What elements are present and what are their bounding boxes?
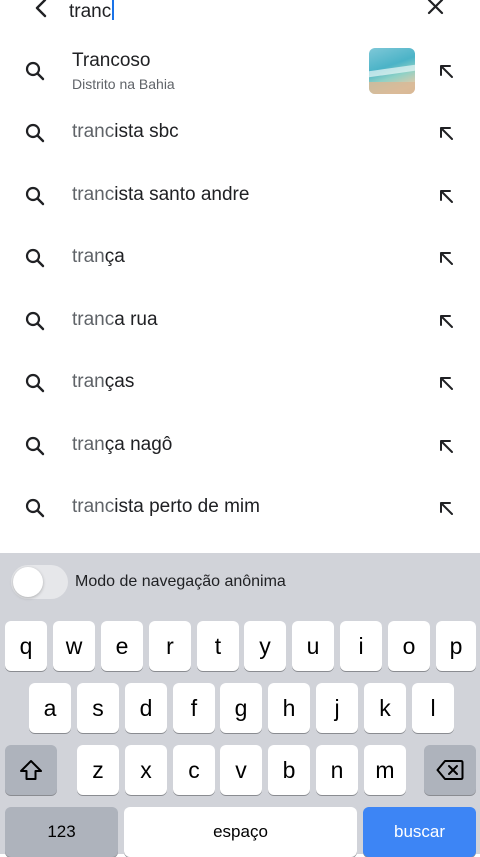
suggestion-label: trança nagô [72,434,173,455]
suggestion-item[interactable]: trança [0,227,480,289]
suggestion-item[interactable]: trancista sbc [0,102,480,164]
fill-query-arrow-icon[interactable] [434,184,458,208]
key-i[interactable]: i [340,621,382,671]
search-icon [25,311,45,331]
suggestion-label: trancista sbc [72,121,179,142]
key-a[interactable]: a [29,683,71,733]
key-z[interactable]: z [77,745,119,795]
back-arrow-icon[interactable] [30,0,54,22]
suggestion-subtitle: Distrito na Bahia [72,76,175,92]
toggle-knob [13,567,43,597]
incognito-label: Modo de navegação anônima [75,573,286,590]
suggestion-label: trancista santo andre [72,184,250,205]
suggestion-item[interactable]: trancista santo andre [0,165,480,227]
keyboard: Modo de navegação anônima q w e r t y u … [0,553,480,857]
key-n[interactable]: n [316,745,358,795]
key-t[interactable]: t [197,621,239,671]
search-query-text: tranc [69,1,112,22]
search-icon [25,61,45,81]
key-d[interactable]: d [125,683,167,733]
text-cursor [112,0,115,20]
search-bar: tranc [0,0,480,24]
shift-key[interactable] [5,745,57,795]
key-b[interactable]: b [268,745,310,795]
fill-query-arrow-icon[interactable] [434,121,458,145]
key-q[interactable]: q [5,621,47,671]
key-o[interactable]: o [388,621,430,671]
suggestion-label: trança [72,246,125,267]
shift-icon [20,760,42,780]
key-w[interactable]: w [53,621,95,671]
numbers-key[interactable]: 123 [5,807,118,857]
key-v[interactable]: v [220,745,262,795]
incognito-bar: Modo de navegação anônima [0,553,480,611]
search-icon [25,498,45,518]
suggestion-thumbnail [369,48,415,94]
key-f[interactable]: f [173,683,215,733]
suggestion-item[interactable]: tranças [0,352,480,414]
clear-icon[interactable] [423,0,449,22]
key-p[interactable]: p [436,621,476,671]
key-j[interactable]: j [316,683,358,733]
suggestion-item[interactable]: Trancoso Distrito na Bahia [0,40,480,102]
key-y[interactable]: y [244,621,286,671]
search-icon [25,186,45,206]
search-input[interactable]: tranc [69,0,115,23]
key-e[interactable]: e [101,621,143,671]
suggestion-item[interactable]: trancista perto de mim [0,477,480,539]
fill-query-arrow-icon[interactable] [434,309,458,333]
incognito-toggle[interactable] [11,565,68,599]
key-c[interactable]: c [173,745,215,795]
fill-query-arrow-icon[interactable] [434,59,458,83]
search-icon [25,248,45,268]
backspace-icon [436,760,464,780]
key-l[interactable]: l [412,683,454,733]
search-icon [25,123,45,143]
fill-query-arrow-icon[interactable] [434,246,458,270]
key-u[interactable]: u [292,621,334,671]
suggestion-item[interactable]: trança nagô [0,415,480,477]
space-key[interactable]: espaço [124,807,357,857]
suggestion-label: trancista perto de mim [72,496,260,517]
backspace-key[interactable] [424,745,476,795]
key-h[interactable]: h [268,683,310,733]
key-s[interactable]: s [77,683,119,733]
key-r[interactable]: r [149,621,191,671]
suggestion-label: Trancoso [72,50,151,71]
suggestion-item[interactable]: tranca rua [0,290,480,352]
key-x[interactable]: x [125,745,167,795]
key-g[interactable]: g [220,683,262,733]
fill-query-arrow-icon[interactable] [434,496,458,520]
fill-query-arrow-icon[interactable] [434,434,458,458]
suggestion-label: tranca rua [72,309,158,330]
search-key[interactable]: buscar [363,807,476,857]
key-m[interactable]: m [364,745,406,795]
search-icon [25,436,45,456]
key-k[interactable]: k [364,683,406,733]
suggestion-label: tranças [72,371,135,392]
fill-query-arrow-icon[interactable] [434,371,458,395]
search-icon [25,373,45,393]
